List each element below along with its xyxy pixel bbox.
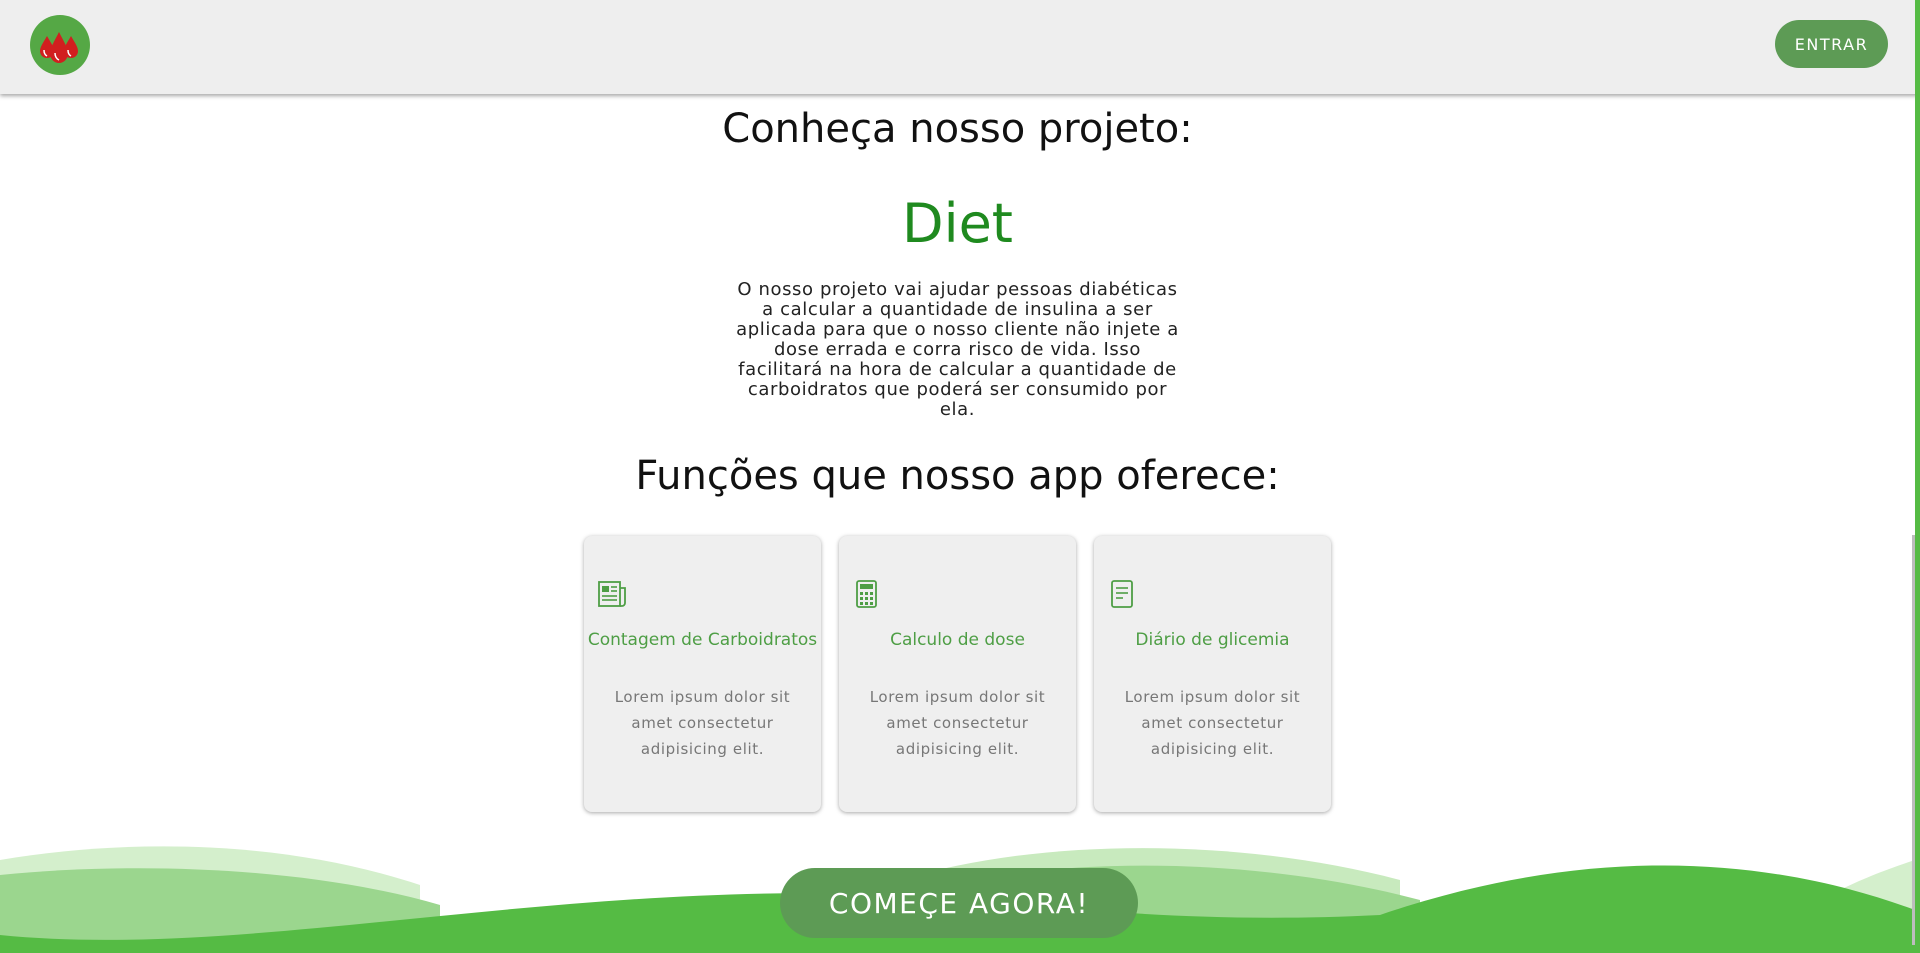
features-heading: Funções que nosso app oferece: [635, 453, 1280, 499]
blood-drops-icon [40, 32, 78, 63]
document-icon [1111, 580, 1133, 608]
right-accent-strip [1915, 0, 1920, 953]
feature-card-glycemia[interactable]: Diário de glicemia Lorem ipsum dolor sit… [1094, 536, 1331, 812]
feature-card-title: Calculo de dose [890, 630, 1025, 650]
scrollbar[interactable] [1912, 535, 1915, 945]
feature-card-dose[interactable]: Calculo de dose Lorem ipsum dolor sit am… [839, 536, 1076, 812]
project-title: Diet [902, 192, 1013, 255]
about-heading: Conheça nosso projeto: [722, 106, 1193, 152]
top-header: ENTRAR [0, 0, 1920, 94]
logo[interactable] [30, 15, 90, 75]
login-button[interactable]: ENTRAR [1775, 20, 1888, 68]
newspaper-icon [598, 581, 626, 607]
feature-card-title: Diário de glicemia [1135, 630, 1290, 650]
calculator-icon [856, 580, 877, 608]
feature-card-text: Lorem ipsum dolor sit amet consectetur a… [869, 688, 1046, 758]
feature-card-carbs[interactable]: Contagem de Carboidratos Lorem ipsum dol… [584, 536, 821, 812]
feature-card-text: Lorem ipsum dolor sit amet consectetur a… [614, 688, 791, 758]
start-now-button[interactable]: COMEÇE AGORA! [780, 868, 1138, 938]
feature-card-title: Contagem de Carboidratos [587, 630, 818, 650]
feature-card-text: Lorem ipsum dolor sit amet consectetur a… [1124, 688, 1301, 758]
project-description: O nosso projeto vai ajudar pessoas diabé… [736, 279, 1179, 420]
